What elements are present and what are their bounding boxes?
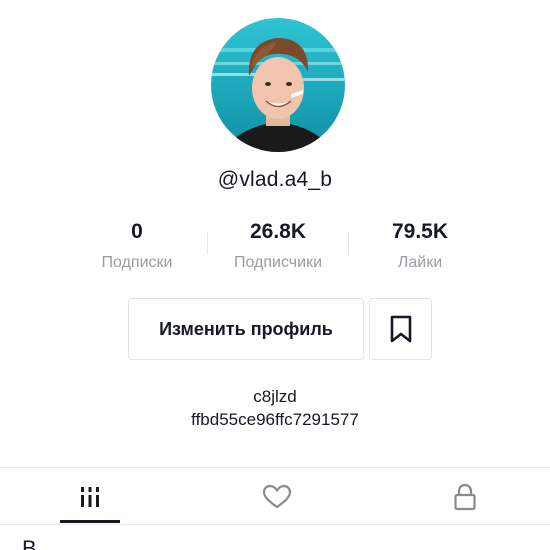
tab-liked[interactable] (247, 475, 307, 519)
profile-page: @vlad.a4_b 0 Подписки 26.8K Подписчики 7… (0, 0, 550, 550)
content-partial-text: В (22, 536, 37, 550)
lock-icon (454, 483, 476, 511)
heart-icon (262, 484, 292, 509)
avatar-image (211, 18, 345, 152)
tab-private[interactable] (435, 475, 495, 519)
bio-line-2: ffbd55ce96ffc7291577 (191, 410, 359, 429)
bookmark-button[interactable] (369, 298, 432, 360)
videos-grid-icon (81, 487, 99, 507)
stat-following[interactable]: 0 Подписки (87, 218, 187, 272)
stat-following-label: Подписки (101, 254, 173, 271)
stat-following-value: 0 (131, 220, 143, 243)
stat-likes-value: 79.5K (391, 220, 449, 243)
stat-followers[interactable]: 26.8K Подписчики (222, 218, 334, 272)
stat-likes-label: Лайки (397, 254, 443, 271)
active-tab-indicator (60, 520, 120, 523)
avatar[interactable] (211, 18, 345, 152)
stat-likes[interactable]: 79.5K Лайки (370, 218, 470, 272)
tabbar-divider (0, 467, 550, 468)
username: @vlad.a4_b (217, 168, 333, 191)
stat-followers-value: 26.8K (249, 220, 307, 243)
stat-divider (207, 232, 208, 254)
tabbar-divider (0, 524, 550, 525)
bookmark-icon (390, 315, 411, 343)
bio-line-1: c8jlzd (253, 387, 297, 406)
edit-profile-button[interactable]: Изменить профиль (128, 298, 364, 360)
tab-videos[interactable] (60, 475, 120, 519)
stat-divider (348, 232, 349, 254)
stat-followers-label: Подписчики (233, 254, 322, 271)
